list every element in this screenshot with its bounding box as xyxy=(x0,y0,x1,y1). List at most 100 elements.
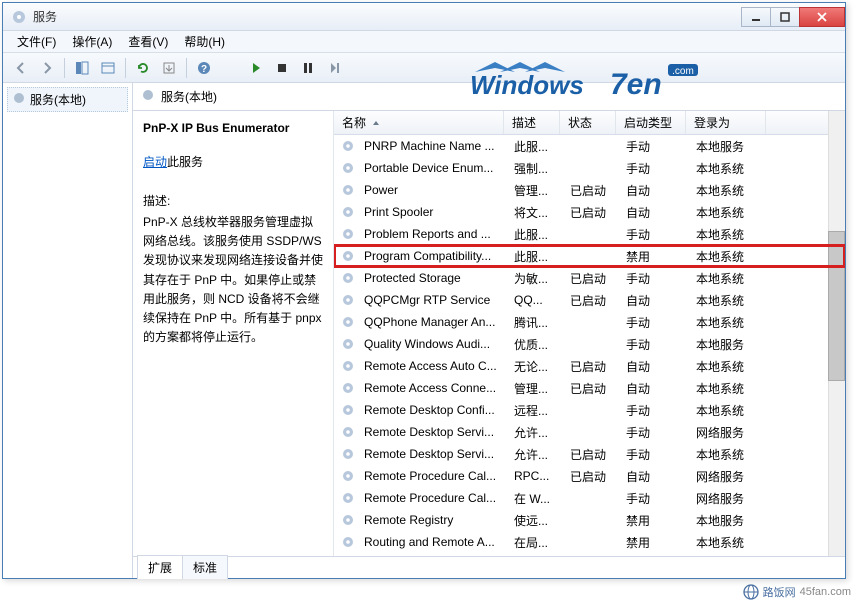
content-header: 服务(本地) xyxy=(133,83,845,111)
cell-start: 手动 xyxy=(618,138,688,155)
menu-view[interactable]: 查看(V) xyxy=(120,30,176,53)
cell-status: 已启动 xyxy=(562,204,618,221)
description-text: PnP-X 总线枚举器服务管理虚拟网络总线。该服务使用 SSDP/WS 发现协议… xyxy=(143,213,323,347)
cell-logon: 本地系统 xyxy=(688,160,768,177)
cell-logon: 本地系统 xyxy=(688,204,768,221)
service-row[interactable]: Remote Desktop Servi...允许...已启动手动本地系统 xyxy=(334,443,845,465)
col-start[interactable]: 启动类型 xyxy=(616,111,686,134)
cell-start: 手动 xyxy=(618,314,688,331)
vertical-scrollbar[interactable] xyxy=(828,111,845,556)
cell-logon: 本地系统 xyxy=(688,534,768,551)
col-status[interactable]: 状态 xyxy=(560,111,616,134)
service-row[interactable]: Program Compatibility...此服...禁用本地系统 xyxy=(334,245,845,267)
cell-status: 已启动 xyxy=(562,358,618,375)
cell-start: 禁用 xyxy=(618,512,688,529)
properties-button[interactable] xyxy=(96,56,120,80)
gear-icon xyxy=(12,91,26,108)
menu-action[interactable]: 操作(A) xyxy=(64,30,120,53)
cell-desc: 使远... xyxy=(506,512,562,529)
service-row[interactable]: Print Spooler将文...已启动自动本地系统 xyxy=(334,201,845,223)
service-row[interactable]: Power管理...已启动自动本地系统 xyxy=(334,179,845,201)
cell-desc: 此服... xyxy=(506,138,562,155)
footer-site-url: 45fan.com xyxy=(800,586,851,598)
menu-file[interactable]: 文件(F) xyxy=(9,30,64,53)
cell-status: 已启动 xyxy=(562,468,618,485)
service-row[interactable]: Routing and Remote A...在局...禁用本地系统 xyxy=(334,531,845,553)
cell-logon: 本地系统 xyxy=(688,270,768,287)
stop-service-button[interactable] xyxy=(270,56,294,80)
cell-start: 手动 xyxy=(618,226,688,243)
service-row[interactable]: Remote Access Conne...管理...已启动自动本地系统 xyxy=(334,377,845,399)
service-gear-icon xyxy=(340,534,356,550)
show-hide-tree-button[interactable] xyxy=(70,56,94,80)
cell-logon: 本地系统 xyxy=(688,292,768,309)
service-row[interactable]: Quality Windows Audi...优质...手动本地服务 xyxy=(334,333,845,355)
titlebar[interactable]: 服务 xyxy=(3,3,845,31)
service-row[interactable]: Remote Desktop Servi...允许...手动网络服务 xyxy=(334,421,845,443)
service-row[interactable]: QQPhone Manager An...腾讯...手动本地系统 xyxy=(334,311,845,333)
selected-service-name: PnP-X IP Bus Enumerator xyxy=(143,121,323,135)
service-row[interactable]: Remote Access Auto C...无论...已启动自动本地系统 xyxy=(334,355,845,377)
service-row[interactable]: Remote Registry使远...禁用本地服务 xyxy=(334,509,845,531)
tab-extended[interactable]: 扩展 xyxy=(137,555,183,579)
cell-logon: 本地系统 xyxy=(688,248,768,265)
cell-name: Protected Storage xyxy=(356,271,506,285)
cell-logon: 网络服务 xyxy=(688,490,768,507)
cell-desc: 腾讯... xyxy=(506,314,562,331)
service-row[interactable]: Remote Procedure Cal...在 W...手动网络服务 xyxy=(334,487,845,509)
cell-start: 禁用 xyxy=(618,248,688,265)
service-gear-icon xyxy=(340,292,356,308)
cell-name: Remote Procedure Cal... xyxy=(356,491,506,505)
service-row[interactable]: QQPCMgr RTP ServiceQQ...已启动自动本地系统 xyxy=(334,289,845,311)
minimize-button[interactable] xyxy=(741,7,771,27)
tab-standard[interactable]: 标准 xyxy=(182,555,228,579)
col-logon[interactable]: 登录为 xyxy=(686,111,766,134)
cell-name: Remote Access Conne... xyxy=(356,381,506,395)
export-button[interactable] xyxy=(157,56,181,80)
back-button[interactable] xyxy=(9,56,33,80)
service-gear-icon xyxy=(340,358,356,374)
footer-site-name: 路饭网 xyxy=(763,584,796,600)
tree-root-label: 服务(本地) xyxy=(30,91,86,108)
pause-service-button[interactable] xyxy=(296,56,320,80)
service-row[interactable]: PNRP Machine Name ...此服...手动本地服务 xyxy=(334,135,845,157)
col-desc[interactable]: 描述 xyxy=(504,111,560,134)
service-gear-icon xyxy=(340,402,356,418)
service-row[interactable]: Portable Device Enum...强制...手动本地系统 xyxy=(334,157,845,179)
cell-start: 手动 xyxy=(618,490,688,507)
cell-status: 已启动 xyxy=(562,292,618,309)
cell-name: PNRP Machine Name ... xyxy=(356,139,506,153)
help-button[interactable]: ? xyxy=(192,56,216,80)
cell-desc: 无论... xyxy=(506,358,562,375)
service-row[interactable]: Remote Procedure Cal...RPC...已启动自动网络服务 xyxy=(334,465,845,487)
cell-desc: 为敏... xyxy=(506,270,562,287)
service-row[interactable]: Remote Desktop Confi...远程...手动本地系统 xyxy=(334,399,845,421)
start-service-button[interactable] xyxy=(244,56,268,80)
maximize-button[interactable] xyxy=(770,7,800,27)
menu-help[interactable]: 帮助(H) xyxy=(176,30,233,53)
cell-status: 已启动 xyxy=(562,182,618,199)
sort-asc-icon xyxy=(372,119,380,127)
close-button[interactable] xyxy=(799,7,845,27)
window-title: 服务 xyxy=(33,8,742,25)
list-body[interactable]: PNRP Machine Name ...此服...手动本地服务Portable… xyxy=(334,135,845,556)
cell-status: 已启动 xyxy=(562,446,618,463)
refresh-button[interactable] xyxy=(131,56,155,80)
service-row[interactable]: Problem Reports and ...此服...手动本地系统 xyxy=(334,223,845,245)
cell-name: Remote Procedure Cal... xyxy=(356,469,506,483)
restart-service-button[interactable] xyxy=(322,56,346,80)
toolbar-separator xyxy=(186,58,187,78)
start-service-link-row: 启动此服务 xyxy=(143,153,323,170)
cell-desc: 管理... xyxy=(506,380,562,397)
col-name[interactable]: 名称 xyxy=(334,111,504,134)
cell-name: Remote Desktop Confi... xyxy=(356,403,506,417)
cell-logon: 网络服务 xyxy=(688,468,768,485)
service-list: 名称 描述 状态 启动类型 登录为 PNRP Machine Name ...此… xyxy=(333,111,845,556)
service-row[interactable]: Protected Storage为敏...已启动手动本地系统 xyxy=(334,267,845,289)
service-gear-icon xyxy=(340,468,356,484)
start-service-link[interactable]: 启动 xyxy=(143,155,167,169)
forward-button[interactable] xyxy=(35,56,59,80)
cell-desc: RPC... xyxy=(506,469,562,483)
tree-root-services[interactable]: 服务(本地) xyxy=(7,87,128,112)
svg-text:?: ? xyxy=(201,64,207,75)
